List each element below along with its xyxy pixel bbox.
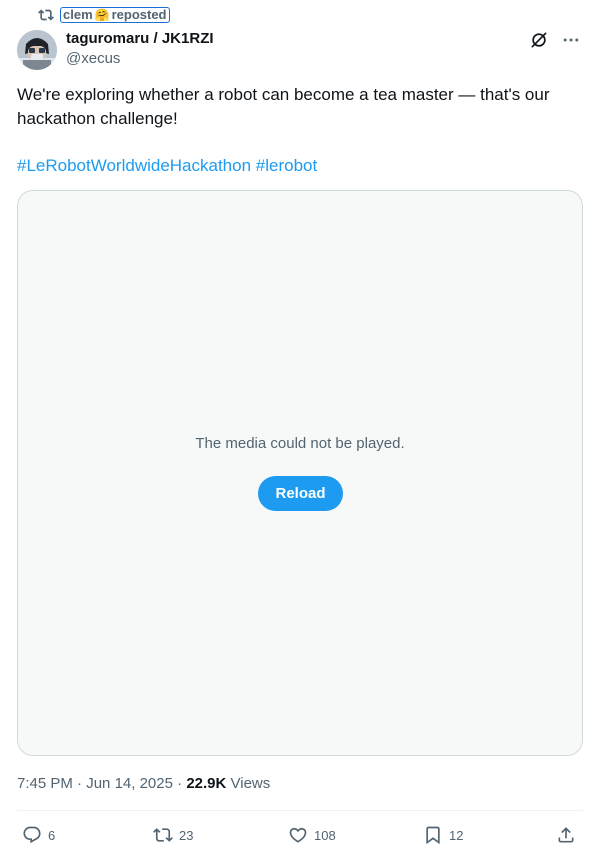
tweet-text: We're exploring whether a robot can beco…: [17, 85, 550, 128]
repost-icon: [153, 825, 173, 845]
views-label: Views: [230, 775, 271, 792]
divider: [17, 810, 583, 811]
meta-separator: ·: [77, 775, 83, 792]
more-icon[interactable]: [561, 30, 581, 50]
tweet-meta: 7:45 PM · Jun 14, 2025 · 22.9K Views: [17, 774, 270, 794]
hashtag-lerobotworldwidehackathon[interactable]: #LeRobotWorldwideHackathon: [17, 156, 251, 175]
bookmark-icon: [423, 825, 443, 845]
like-button[interactable]: 108: [288, 823, 336, 847]
repost-user: clem: [63, 7, 93, 22]
repost-emoji: 🤗: [94, 8, 110, 22]
repost-user-link[interactable]: clem 🤗 reposted: [60, 7, 170, 23]
top-actions: [529, 30, 581, 50]
hashtag-lerobot[interactable]: #lerobot: [256, 156, 317, 175]
author-display-name[interactable]: taguromaru / JK1RZI: [66, 30, 214, 48]
reply-icon: [22, 825, 42, 845]
share-button[interactable]: [556, 823, 576, 847]
grok-icon[interactable]: [529, 30, 549, 50]
tweet-time[interactable]: 7:45 PM: [17, 775, 73, 792]
repost-indicator: clem 🤗 reposted: [38, 6, 170, 24]
repost-button[interactable]: 23: [153, 823, 193, 847]
action-bar: 6 23 108 12: [22, 823, 581, 847]
avatar[interactable]: [17, 30, 57, 70]
bookmark-count: 12: [449, 827, 464, 843]
reply-count: 6: [48, 827, 56, 843]
hashtags: #LeRobotWorldwideHackathon #lerobot: [17, 154, 317, 178]
meta-separator: ·: [177, 775, 183, 792]
media-error-message: The media could not be played.: [195, 435, 405, 452]
repost-count: 23: [179, 827, 194, 843]
share-icon: [556, 825, 576, 845]
author-info: taguromaru / JK1RZI @xecus: [66, 30, 214, 69]
bookmark-button[interactable]: 12: [423, 823, 463, 847]
reload-button[interactable]: Reload: [258, 476, 343, 511]
like-count: 108: [314, 827, 336, 843]
repost-icon: [38, 7, 54, 23]
author-handle[interactable]: @xecus: [66, 49, 214, 69]
tweet: clem 🤗 reposted taguromaru / JK1RZI @xec…: [0, 0, 599, 859]
tweet-date[interactable]: Jun 14, 2025: [86, 775, 173, 792]
reply-button[interactable]: 6: [22, 823, 55, 847]
heart-icon: [288, 825, 308, 845]
repost-label: reposted: [111, 7, 167, 22]
media-container[interactable]: The media could not be played. Reload: [17, 190, 583, 756]
views-count: 22.9K: [186, 775, 227, 792]
